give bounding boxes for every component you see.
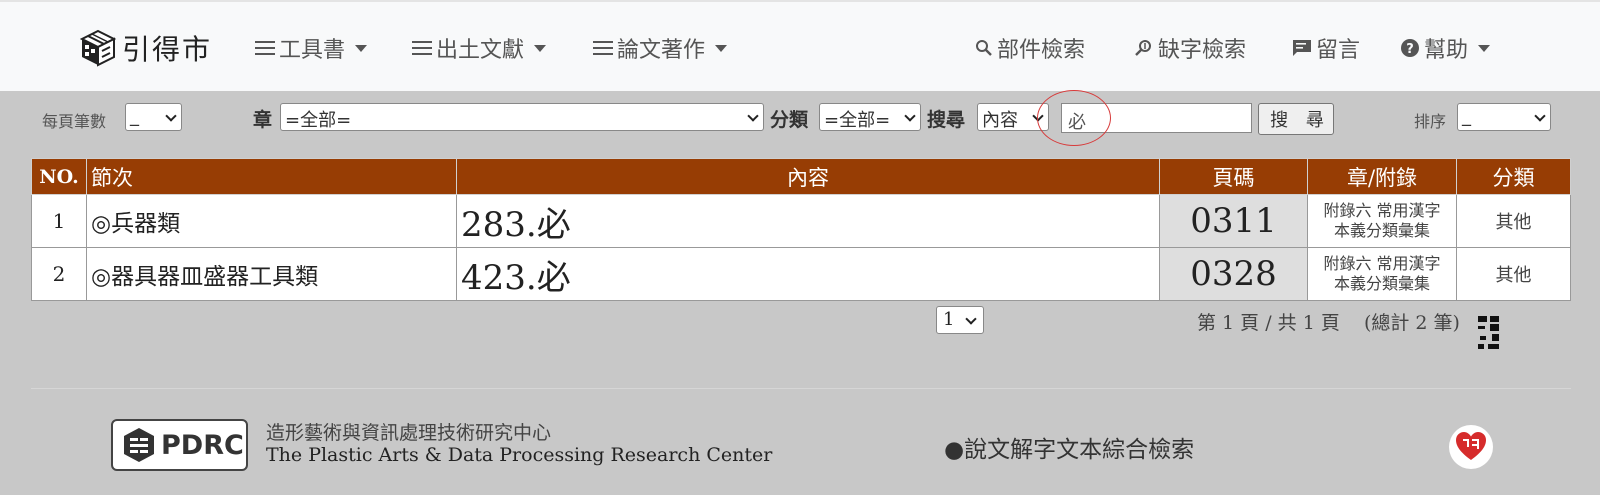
chevron-down-icon xyxy=(965,313,977,325)
menu-icon xyxy=(255,41,275,55)
sort-select[interactable]: _ xyxy=(1457,103,1551,131)
sort-label: 排序 xyxy=(1414,112,1447,131)
nav-message-label: 留言 xyxy=(1316,38,1361,63)
category-select[interactable]: =全部= xyxy=(819,103,921,131)
per-page-select[interactable]: _ xyxy=(125,103,182,131)
pdrc-logo[interactable]: PDRC xyxy=(111,419,248,471)
menu-icon xyxy=(412,41,432,55)
row-category: 其他 xyxy=(1456,194,1571,248)
search-label: 搜尋 xyxy=(927,109,966,131)
row-category: 其他 xyxy=(1456,247,1571,301)
nav-tools-label: 工具書 xyxy=(279,38,346,63)
table-row[interactable]: 1 ◎兵器類 283.必 0311 附錄六 常用漢字 本義分類彙集 其他 xyxy=(31,194,1571,248)
caret-down-icon xyxy=(534,44,547,52)
row-section: ◎器具器皿盛器工具類 xyxy=(86,247,457,301)
svg-text:?: ? xyxy=(1406,42,1414,57)
nav-tools-dropdown[interactable]: 工具書 xyxy=(255,32,368,64)
nav-excavated-dropdown[interactable]: 出土文獻 xyxy=(412,32,547,64)
nav-help-dropdown[interactable]: ? 幫助 xyxy=(1400,32,1491,64)
row-no: 1 xyxy=(31,194,87,248)
nav-papers-label: 論文著作 xyxy=(617,38,706,63)
org-name-zh: 造形藝術與資訊處理技術研究中心 xyxy=(266,422,552,444)
nav-missing-char-search[interactable]: 缺字檢索 xyxy=(1134,32,1246,64)
pdrc-hexagon-icon xyxy=(124,428,154,462)
row-content[interactable]: 283.必 xyxy=(456,194,1160,248)
question-circle-icon: ? xyxy=(1401,39,1419,57)
row-chapter: 附錄六 常用漢字 本義分類彙集 xyxy=(1307,247,1457,301)
table-header-row: NO. 節次 內容 頁碼 章/附錄 分類 xyxy=(31,158,1571,195)
caret-down-icon xyxy=(355,44,368,52)
header-content[interactable]: 內容 xyxy=(456,158,1160,195)
brand-link[interactable]: 引得市 xyxy=(80,28,212,68)
header-page[interactable]: 頁碼 xyxy=(1159,158,1308,195)
search-plus-icon xyxy=(1135,40,1151,56)
search-icon xyxy=(976,40,992,56)
chapter-select[interactable]: =全部= xyxy=(280,103,764,131)
page-select[interactable]: 1 xyxy=(936,306,984,334)
header-chapter[interactable]: 章/附錄 xyxy=(1307,158,1457,195)
menu-icon xyxy=(593,41,613,55)
row-chapter-line1: 附錄六 常用漢字 xyxy=(1323,254,1441,273)
footer-badge[interactable] xyxy=(1449,425,1493,469)
row-section: ◎兵器類 xyxy=(86,194,457,248)
brand-cube-icon xyxy=(80,29,116,67)
chevron-down-icon xyxy=(165,110,177,122)
nav-missing-char-search-label: 缺字檢索 xyxy=(1158,38,1247,63)
row-chapter-line1: 附錄六 常用漢字 xyxy=(1323,201,1441,220)
footer-divider xyxy=(31,388,1571,389)
caret-down-icon xyxy=(715,44,728,52)
row-page[interactable]: 0328 xyxy=(1159,247,1308,301)
nav-help-label: 幫助 xyxy=(1424,38,1469,63)
nav-component-search[interactable]: 部件檢索 xyxy=(975,32,1085,64)
results-table: NO. 節次 內容 頁碼 章/附錄 分類 1 ◎兵器類 283.必 0311 附… xyxy=(31,158,1571,301)
brand-name: 引得市 xyxy=(122,33,213,66)
row-chapter: 附錄六 常用漢字 本義分類彙集 xyxy=(1307,194,1457,248)
filter-bar: 每頁筆數 _ 章 =全部= 分類 =全部= 搜尋 內容 必 搜 尋 排序 _ xyxy=(0,100,1600,136)
pagination-summary: 第 1 頁 / 共 1 頁 (總計 2 筆) xyxy=(1197,312,1460,334)
header-section[interactable]: 節次 xyxy=(86,158,457,195)
highlight-circle-annotation xyxy=(1037,90,1111,146)
row-chapter-line2: 本義分類彙集 xyxy=(1333,221,1430,240)
table-row[interactable]: 2 ◎器具器皿盛器工具類 423.必 0328 附錄六 常用漢字 本義分類彙集 … xyxy=(31,247,1571,301)
row-page[interactable]: 0311 xyxy=(1159,194,1308,248)
chevron-down-icon xyxy=(904,110,916,122)
header-category[interactable]: 分類 xyxy=(1456,158,1571,195)
nav-excavated-label: 出土文獻 xyxy=(436,38,525,63)
chevron-down-icon xyxy=(1534,110,1546,122)
caret-down-icon xyxy=(1478,44,1491,52)
nav-papers-dropdown[interactable]: 論文著作 xyxy=(593,32,728,64)
row-no: 2 xyxy=(31,247,87,301)
qr-code-icon[interactable] xyxy=(1478,316,1500,350)
category-label: 分類 xyxy=(770,109,809,131)
header-no[interactable]: NO. xyxy=(31,158,87,195)
nav-component-search-label: 部件檢索 xyxy=(997,38,1086,63)
shuowen-search-link[interactable]: ●說文解字文本綜合檢索 xyxy=(944,430,1194,464)
search-button[interactable]: 搜 尋 xyxy=(1258,103,1334,135)
per-page-label: 每頁筆數 xyxy=(42,112,107,131)
row-content[interactable]: 423.必 xyxy=(456,247,1160,301)
chevron-down-icon xyxy=(747,110,759,122)
row-chapter-line2: 本義分類彙集 xyxy=(1333,274,1430,293)
pdrc-logo-text: PDRC xyxy=(161,429,244,461)
nav-message[interactable]: 留言 xyxy=(1292,32,1360,64)
top-navbar: 引得市 工具書 出土文獻 論文著作 部件檢索 缺字檢索 留言 ? 幫助 xyxy=(0,0,1600,91)
chat-icon xyxy=(1293,40,1311,56)
heart-logo-icon xyxy=(1456,432,1486,460)
chapter-label: 章 xyxy=(253,109,273,131)
org-name-en: The Plastic Arts & Data Processing Resea… xyxy=(266,444,773,466)
